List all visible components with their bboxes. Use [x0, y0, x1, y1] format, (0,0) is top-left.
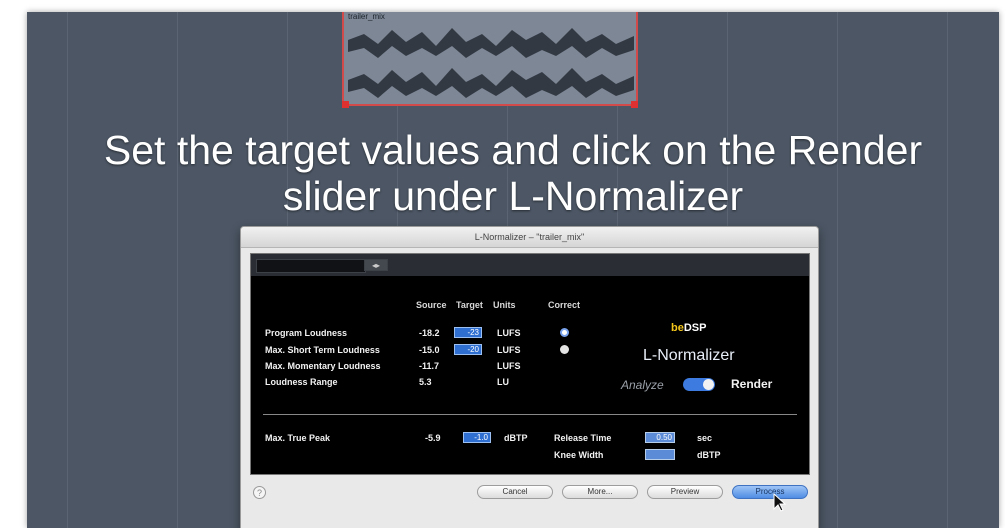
clip-handle-left[interactable] [342, 101, 349, 108]
row-source: -11.7 [419, 361, 440, 371]
l-normalizer-dialog: L-Normalizer – "trailer_mix" ◂▸ Source T… [240, 226, 819, 528]
process-button[interactable]: Process [732, 485, 808, 499]
product-name: L-Normalizer [643, 347, 735, 364]
program-loudness-target-field[interactable]: -23 [454, 327, 482, 338]
help-button[interactable]: ? [253, 486, 266, 499]
preview-button[interactable]: Preview [647, 485, 723, 499]
header-correct: Correct [548, 300, 581, 310]
knee-label: Knee Width [554, 450, 604, 460]
release-units: sec [697, 433, 713, 443]
row-source: 5.3 [419, 377, 432, 387]
row-units: LUFS [497, 345, 521, 355]
more-button[interactable]: More... [562, 485, 638, 499]
peak-label: Max. True Peak [265, 433, 331, 443]
cancel-button[interactable]: Cancel [477, 485, 553, 499]
grid-line [177, 12, 178, 528]
preset-field[interactable] [256, 259, 366, 273]
grid-line [947, 12, 948, 528]
row-units: LU [497, 377, 509, 387]
release-label: Release Time [554, 433, 612, 443]
correct-radio-program[interactable] [560, 328, 569, 337]
plugin-panel: ◂▸ Source Target Units Correct Program L… [250, 253, 810, 475]
analyze-render-toggle[interactable] [683, 378, 715, 391]
header-source: Source [416, 300, 447, 310]
true-peak-target-field[interactable]: -1.0 [463, 432, 491, 443]
grid-line [837, 12, 838, 528]
clip-handle-right[interactable] [631, 101, 638, 108]
analyze-label: Analyze [621, 378, 664, 392]
row-source: -15.0 [419, 345, 440, 355]
vendor-logo: beDSP [671, 322, 707, 334]
peak-units: dBTP [504, 433, 528, 443]
row-label: Max. Momentary Loudness [265, 361, 381, 371]
knee-width-field[interactable] [645, 449, 675, 460]
preset-arrows-icon[interactable]: ◂▸ [364, 259, 388, 271]
header-units: Units [493, 300, 516, 310]
short-term-target-field[interactable]: -20 [454, 344, 482, 355]
header-target: Target [456, 300, 483, 310]
row-units: LUFS [497, 361, 521, 371]
caption-line-1: Set the target values and click on the R… [103, 127, 923, 173]
row-source: -18.2 [419, 328, 440, 338]
audio-clip[interactable]: trailer_mix [342, 12, 638, 106]
waveform [348, 28, 634, 98]
knee-units: dBTP [697, 450, 721, 460]
caption-line-2: slider under L-Normalizer [282, 173, 744, 219]
preset-bar: ◂▸ [251, 254, 809, 276]
row-label: Max. Short Term Loudness [265, 345, 380, 355]
correct-radio-short-term[interactable] [560, 345, 569, 354]
mouse-cursor-icon [773, 493, 787, 512]
row-label: Loudness Range [265, 377, 338, 387]
divider [263, 414, 797, 415]
video-frame: trailer_mix Set the target values and cl… [27, 12, 999, 528]
dialog-title: L-Normalizer – "trailer_mix" [241, 227, 818, 248]
grid-line [67, 12, 68, 528]
release-time-field[interactable]: 0.50 [645, 432, 675, 443]
row-label: Program Loudness [265, 328, 348, 338]
row-units: LUFS [497, 328, 521, 338]
render-label: Render [731, 377, 773, 391]
peak-source: -5.9 [425, 433, 441, 443]
